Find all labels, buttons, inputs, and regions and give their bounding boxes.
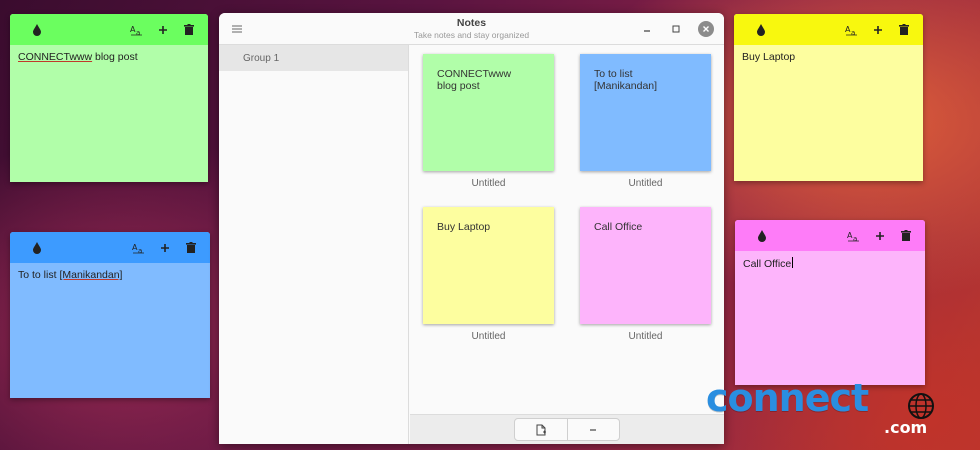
maximize-button[interactable] bbox=[668, 21, 684, 37]
sticky-note-yellow[interactable]: Aa Buy Laptop bbox=[734, 14, 923, 181]
sidebar: Group 1 bbox=[219, 45, 409, 444]
bottom-toolbar bbox=[410, 414, 724, 444]
note-card[interactable]: Call Office Untitled bbox=[580, 207, 711, 342]
plus-icon[interactable] bbox=[154, 237, 176, 259]
sticky-note-toolbar: Aa bbox=[734, 14, 923, 45]
color-drop-icon[interactable] bbox=[26, 237, 48, 259]
color-drop-icon[interactable] bbox=[750, 19, 772, 41]
note-preview[interactable]: CONNECTwww blog post bbox=[423, 54, 554, 171]
color-drop-icon[interactable] bbox=[26, 19, 48, 41]
text-cursor bbox=[792, 257, 794, 268]
font-icon[interactable]: Aa bbox=[126, 19, 148, 41]
trash-icon[interactable] bbox=[178, 19, 200, 41]
close-button[interactable] bbox=[698, 21, 714, 37]
minus-icon bbox=[590, 428, 597, 431]
note-card[interactable]: Buy Laptop Untitled bbox=[423, 207, 554, 342]
font-icon[interactable]: Aa bbox=[128, 237, 150, 259]
note-caption: Untitled bbox=[471, 178, 506, 189]
note-actions bbox=[514, 418, 620, 441]
note-caption: Untitled bbox=[471, 331, 506, 342]
plus-icon[interactable] bbox=[152, 19, 174, 41]
note-preview[interactable]: Call Office bbox=[580, 207, 711, 324]
logo-suffix: .com bbox=[884, 418, 928, 437]
note-card[interactable]: To to list [Manikandan] Untitled bbox=[580, 54, 711, 189]
logo-word: connect bbox=[706, 376, 869, 420]
minimize-icon bbox=[644, 30, 650, 32]
sticky-note-text[interactable]: To to list [Manikandan] bbox=[10, 263, 210, 287]
note-card[interactable]: CONNECTwww blog post Untitled bbox=[423, 54, 554, 189]
note-preview[interactable]: To to list [Manikandan] bbox=[580, 54, 711, 171]
remove-note-button[interactable] bbox=[566, 419, 620, 440]
note-preview[interactable]: Buy Laptop bbox=[423, 207, 554, 324]
font-icon[interactable]: Aa bbox=[843, 225, 865, 247]
new-note-button[interactable] bbox=[515, 419, 567, 440]
sticky-note-green[interactable]: Aa CONNECTwww blog post bbox=[10, 14, 208, 182]
sticky-note-blue[interactable]: Aa To to list [Manikandan] bbox=[10, 232, 210, 398]
globe-icon bbox=[908, 393, 934, 419]
trash-icon[interactable] bbox=[180, 237, 202, 259]
maximize-icon bbox=[672, 25, 680, 33]
close-icon bbox=[703, 26, 709, 32]
notes-grid: CONNECTwww blog post Untitled To to list… bbox=[410, 45, 724, 414]
plus-icon[interactable] bbox=[869, 225, 891, 247]
plus-icon[interactable] bbox=[867, 19, 889, 41]
font-icon[interactable]: Aa bbox=[841, 19, 863, 41]
sticky-note-text[interactable]: Buy Laptop bbox=[734, 45, 923, 69]
minimize-button[interactable] bbox=[639, 21, 655, 37]
notes-window: Notes Take notes and stay organized Grou… bbox=[219, 13, 724, 444]
note-caption: Untitled bbox=[628, 331, 663, 342]
title-bar[interactable]: Notes Take notes and stay organized bbox=[219, 13, 724, 45]
sticky-note-text[interactable]: Call Office bbox=[735, 251, 925, 276]
note-caption: Untitled bbox=[628, 178, 663, 189]
new-note-icon bbox=[536, 424, 546, 435]
color-drop-icon[interactable] bbox=[751, 225, 773, 247]
sticky-note-toolbar: Aa bbox=[10, 14, 208, 45]
sticky-note-text[interactable]: CONNECTwww blog post bbox=[10, 45, 208, 69]
trash-icon[interactable] bbox=[893, 19, 915, 41]
sticky-note-toolbar: Aa bbox=[735, 220, 925, 251]
sticky-note-pink[interactable]: Aa Call Office bbox=[735, 220, 925, 385]
trash-icon[interactable] bbox=[895, 225, 917, 247]
connect-logo: connect .com bbox=[706, 376, 946, 446]
sidebar-item-group-1[interactable]: Group 1 bbox=[219, 45, 408, 71]
sticky-note-toolbar: Aa bbox=[10, 232, 210, 263]
